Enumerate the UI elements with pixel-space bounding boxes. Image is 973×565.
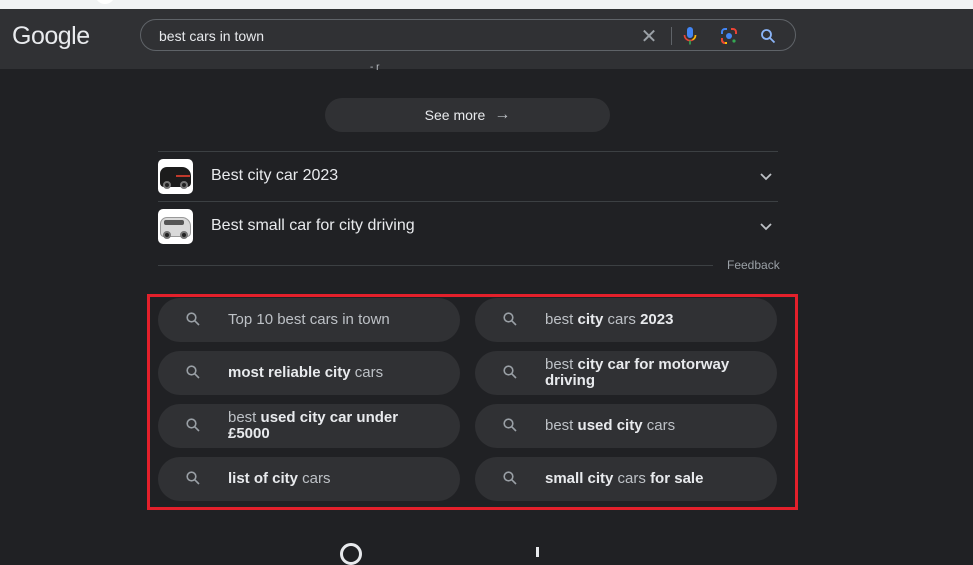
google-lens-icon[interactable]	[719, 26, 739, 46]
feedback-link[interactable]: Feedback	[727, 258, 780, 272]
white-minivan-car-thumbnail	[158, 208, 193, 244]
related-search-chip[interactable]: small city cars for sale	[475, 457, 777, 501]
related-search-label: best city cars 2023	[545, 311, 674, 328]
see-more-button[interactable]: See more →	[325, 98, 610, 132]
related-search-chip[interactable]: best used city cars	[475, 404, 777, 448]
search-box[interactable]: ✕	[140, 19, 796, 51]
see-more-label: See more	[424, 107, 486, 123]
search-icon	[503, 418, 517, 432]
search-icon	[186, 365, 200, 379]
black-hatchback-car-thumbnail	[158, 158, 193, 194]
browser-chrome-strip	[0, 0, 973, 9]
related-search-label: most reliable city cars	[228, 364, 384, 381]
pagination-logo	[340, 543, 640, 565]
arrow-right-icon: →	[494, 106, 511, 123]
related-search-label: best used city cars	[545, 417, 676, 434]
partial-result-text: - r	[370, 62, 380, 73]
related-question-item[interactable]: Best city car 2023	[158, 152, 778, 200]
browser-tab-edge	[95, 0, 115, 4]
chevron-down-icon[interactable]	[758, 218, 774, 234]
related-search-label: small city cars for sale	[545, 470, 704, 487]
related-search-chip[interactable]: Top 10 best cars in town	[158, 298, 460, 342]
related-search-chip[interactable]: best city cars 2023	[475, 298, 777, 342]
related-search-chip[interactable]: best used city car under £5000	[158, 404, 460, 448]
search-icon	[186, 312, 200, 326]
search-icon	[186, 418, 200, 432]
search-icon[interactable]	[758, 26, 778, 46]
related-search-label: list of city cars	[228, 470, 331, 487]
search-icon	[503, 471, 517, 485]
related-search-chip[interactable]: most reliable city cars	[158, 351, 460, 395]
search-icon	[186, 471, 200, 485]
close-icon[interactable]: ✕	[639, 26, 659, 48]
google-logo[interactable]: Google	[12, 22, 90, 51]
search-icon	[503, 365, 517, 379]
search-header: Google ✕	[0, 9, 973, 69]
related-question-label: Best small car for city driving	[211, 217, 415, 234]
related-search-label: best used city car under £5000	[228, 409, 399, 442]
related-search-label: Top 10 best cars in town	[228, 311, 390, 328]
search-divider	[671, 27, 672, 45]
search-input[interactable]	[159, 26, 619, 46]
related-question-label: Best city car 2023	[211, 167, 339, 184]
related-search-chip[interactable]: best city car for motorway driving	[475, 351, 777, 395]
chevron-down-icon[interactable]	[758, 168, 774, 184]
divider	[158, 265, 713, 266]
search-icon	[503, 312, 517, 326]
related-search-label: best city car for motorway driving	[545, 356, 730, 389]
microphone-icon[interactable]	[680, 26, 700, 46]
related-question-item[interactable]: Best small car for city driving	[158, 202, 778, 250]
related-search-chip[interactable]: list of city cars	[158, 457, 460, 501]
